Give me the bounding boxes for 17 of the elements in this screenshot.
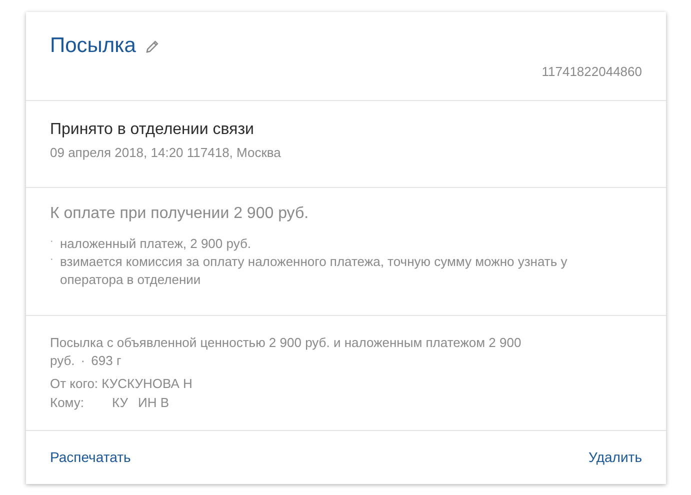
recipient-label: Кому:: [50, 394, 84, 412]
tracking-number: 11741822044860: [542, 64, 642, 79]
status-details: 09 апреля 2018, 14:20 117418, Москва: [50, 144, 282, 160]
bullet-mark: ·: [50, 253, 54, 267]
payment-note: взимается комиссия за оплату наложенного платежа, точную сумму можно узнать у оператора в отделении: [60, 253, 568, 289]
parcel-description: Посылка с объявленной ценностью 2 900 руб. и наложенным платежом 2 900 руб. · 693 г: [50, 334, 522, 370]
status-title: Принято в отделении связи: [50, 120, 255, 138]
action-link[interactable]: Распечатать: [50, 448, 131, 464]
recipient-name-fragment: ИН В: [138, 394, 169, 412]
action-link[interactable]: Удалить: [588, 448, 642, 464]
payment-note: наложенный платеж, 2 900 руб.: [60, 235, 252, 253]
parcel-title: Посылка: [50, 34, 136, 58]
payment-title: К оплате при получении 2 900 руб.: [50, 205, 310, 223]
recipient-name-fragment: КУ: [112, 394, 128, 412]
edit-icon[interactable]: [146, 40, 159, 52]
bullet-mark: ·: [50, 235, 54, 249]
sender-text: От кого: КУСКУНОВА Н: [50, 375, 194, 393]
